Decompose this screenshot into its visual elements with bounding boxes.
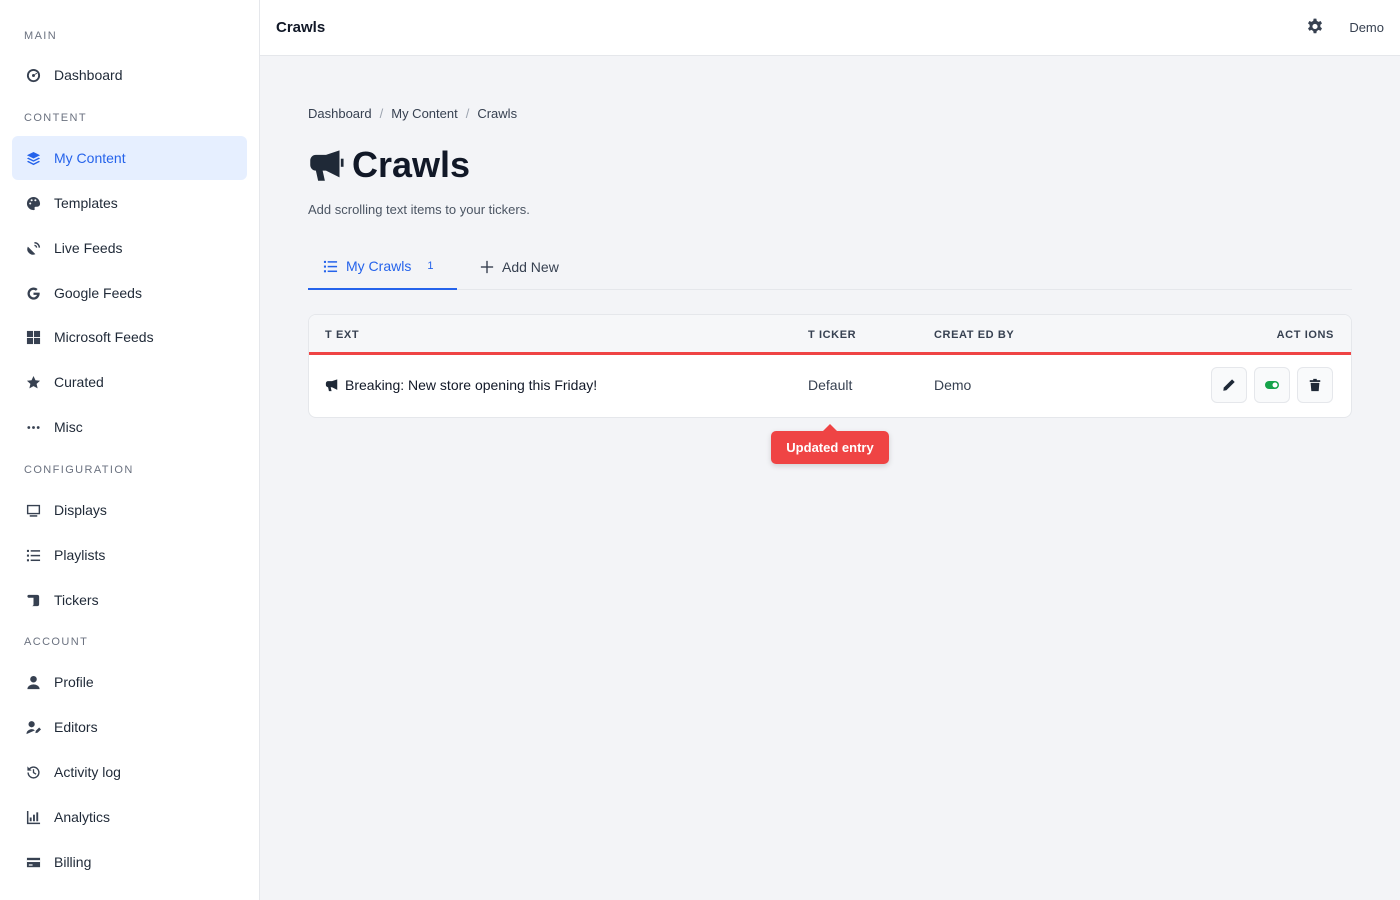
sidebar-item-profile[interactable]: Profile [12, 660, 247, 704]
sidebar-item-label: Google Feeds [54, 285, 142, 301]
section-label-account: ACCOUNT [24, 636, 89, 648]
edit-button[interactable] [1211, 367, 1247, 403]
history-icon [24, 763, 42, 781]
sidebar-item-label: Templates [54, 195, 118, 211]
sidebar-item-dashboard[interactable]: Dashboard [12, 53, 247, 97]
cell-text: Breaking: New store opening this Friday! [325, 377, 597, 393]
sidebar: MAIN Dashboard CONTENT My Content Templa… [0, 0, 260, 900]
table-header: T EXT T ICKER CREAT ED BY ACT IONS [309, 315, 1351, 355]
sidebar-item-label: Live Feeds [54, 240, 123, 256]
topbar-title: Crawls [276, 19, 326, 36]
list-icon [24, 546, 42, 564]
layers-icon [24, 149, 42, 167]
dashboard-gauge-icon [24, 66, 42, 84]
column-header-actions: ACT IONS [1276, 329, 1334, 341]
sidebar-item-label: Curated [54, 374, 104, 390]
breadcrumb-crawls: Crawls [477, 106, 518, 121]
updated-entry-tooltip: Updated entry [771, 424, 889, 464]
sidebar-item-tickers[interactable]: Tickers [12, 578, 247, 622]
sidebar-item-label: Editors [54, 719, 98, 735]
delete-button[interactable] [1297, 367, 1333, 403]
sidebar-item-label: Misc [54, 419, 83, 435]
trash-icon [1309, 378, 1321, 392]
section-label-main: MAIN [24, 30, 58, 42]
megaphone-icon [310, 150, 344, 181]
cell-created-by: Demo [934, 377, 972, 393]
breadcrumb: Dashboard / My Content / Crawls [308, 106, 517, 121]
tab-my-crawls[interactable]: My Crawls 1 [308, 244, 457, 290]
toggle-on-icon [1265, 381, 1279, 389]
microsoft-icon [24, 328, 42, 346]
sidebar-item-label: Analytics [54, 809, 111, 825]
sidebar-item-label: Profile [54, 674, 94, 690]
page-subtitle: Add scrolling text items to your tickers… [308, 202, 530, 217]
section-label-content: CONTENT [24, 112, 87, 124]
sidebar-item-label: Playlists [54, 547, 106, 563]
plus-icon [480, 260, 494, 274]
breadcrumb-dashboard[interactable]: Dashboard [308, 106, 372, 121]
column-header-created-by: CREAT ED BY [934, 329, 1015, 341]
megaphone-icon [325, 379, 338, 392]
ellipsis-icon [24, 418, 42, 436]
sidebar-item-misc[interactable]: Misc [12, 405, 247, 449]
sidebar-item-playlists[interactable]: Playlists [12, 533, 247, 577]
sidebar-item-label: Activity log [54, 764, 121, 780]
star-icon [24, 373, 42, 391]
gear-icon[interactable] [1306, 18, 1326, 38]
column-header-ticker: T ICKER [808, 329, 857, 341]
google-icon [24, 284, 42, 302]
tabs: My Crawls 1 Add New [308, 244, 1352, 290]
tab-label: Add New [502, 259, 559, 275]
page-title-text: Crawls [352, 144, 471, 185]
column-header-text: T EXT [325, 329, 360, 341]
sidebar-item-google-feeds[interactable]: Google Feeds [12, 271, 247, 315]
sidebar-item-analytics[interactable]: Analytics [12, 795, 247, 839]
sidebar-item-label: Tickers [54, 592, 99, 608]
toggle-enabled-button[interactable] [1254, 367, 1290, 403]
page-title: Crawls [308, 144, 470, 186]
sidebar-item-my-content[interactable]: My Content [12, 136, 247, 180]
user-edit-icon [24, 718, 42, 736]
cell-ticker: Default [808, 377, 853, 393]
monitor-icon [24, 501, 42, 519]
sidebar-item-live-feeds[interactable]: Live Feeds [12, 226, 247, 270]
breadcrumb-my-content[interactable]: My Content [391, 106, 457, 121]
sidebar-item-label: Dashboard [54, 67, 123, 83]
sidebar-item-billing[interactable]: Billing [12, 840, 247, 884]
table-row: Breaking: New store opening this Friday!… [309, 355, 1351, 416]
sidebar-item-activity-log[interactable]: Activity log [12, 750, 247, 794]
satellite-dish-icon [24, 239, 42, 257]
list-icon [323, 260, 338, 272]
section-label-configuration: CONFIGURATION [24, 464, 134, 476]
sidebar-item-curated[interactable]: Curated [12, 360, 247, 404]
scroll-icon [24, 591, 42, 609]
crawls-table: T EXT T ICKER CREAT ED BY ACT IONS Break… [308, 314, 1352, 418]
palette-icon [24, 194, 42, 212]
sidebar-item-label: My Content [54, 150, 126, 166]
sidebar-item-label: Microsoft Feeds [54, 329, 154, 345]
sidebar-item-label: Billing [54, 854, 92, 870]
bar-chart-icon [24, 808, 42, 826]
pencil-icon [1223, 379, 1235, 391]
crawl-text: Breaking: New store opening this Friday! [345, 377, 598, 393]
credit-card-icon [24, 853, 42, 871]
breadcrumb-separator: / [379, 106, 384, 121]
sidebar-item-label: Displays [54, 502, 107, 518]
tab-count-badge: 1 [427, 260, 434, 272]
breadcrumb-separator: / [465, 106, 470, 121]
user-icon [24, 673, 42, 691]
sidebar-item-templates[interactable]: Templates [12, 181, 247, 225]
tab-add-new[interactable]: Add New [480, 244, 559, 290]
tab-label: My Crawls [346, 258, 412, 274]
user-menu[interactable]: Demo [1349, 20, 1384, 35]
top-bar: Crawls Demo [260, 0, 1400, 56]
sidebar-item-editors[interactable]: Editors [12, 705, 247, 749]
sidebar-item-displays[interactable]: Displays [12, 488, 247, 532]
sidebar-item-microsoft-feeds[interactable]: Microsoft Feeds [12, 315, 247, 359]
